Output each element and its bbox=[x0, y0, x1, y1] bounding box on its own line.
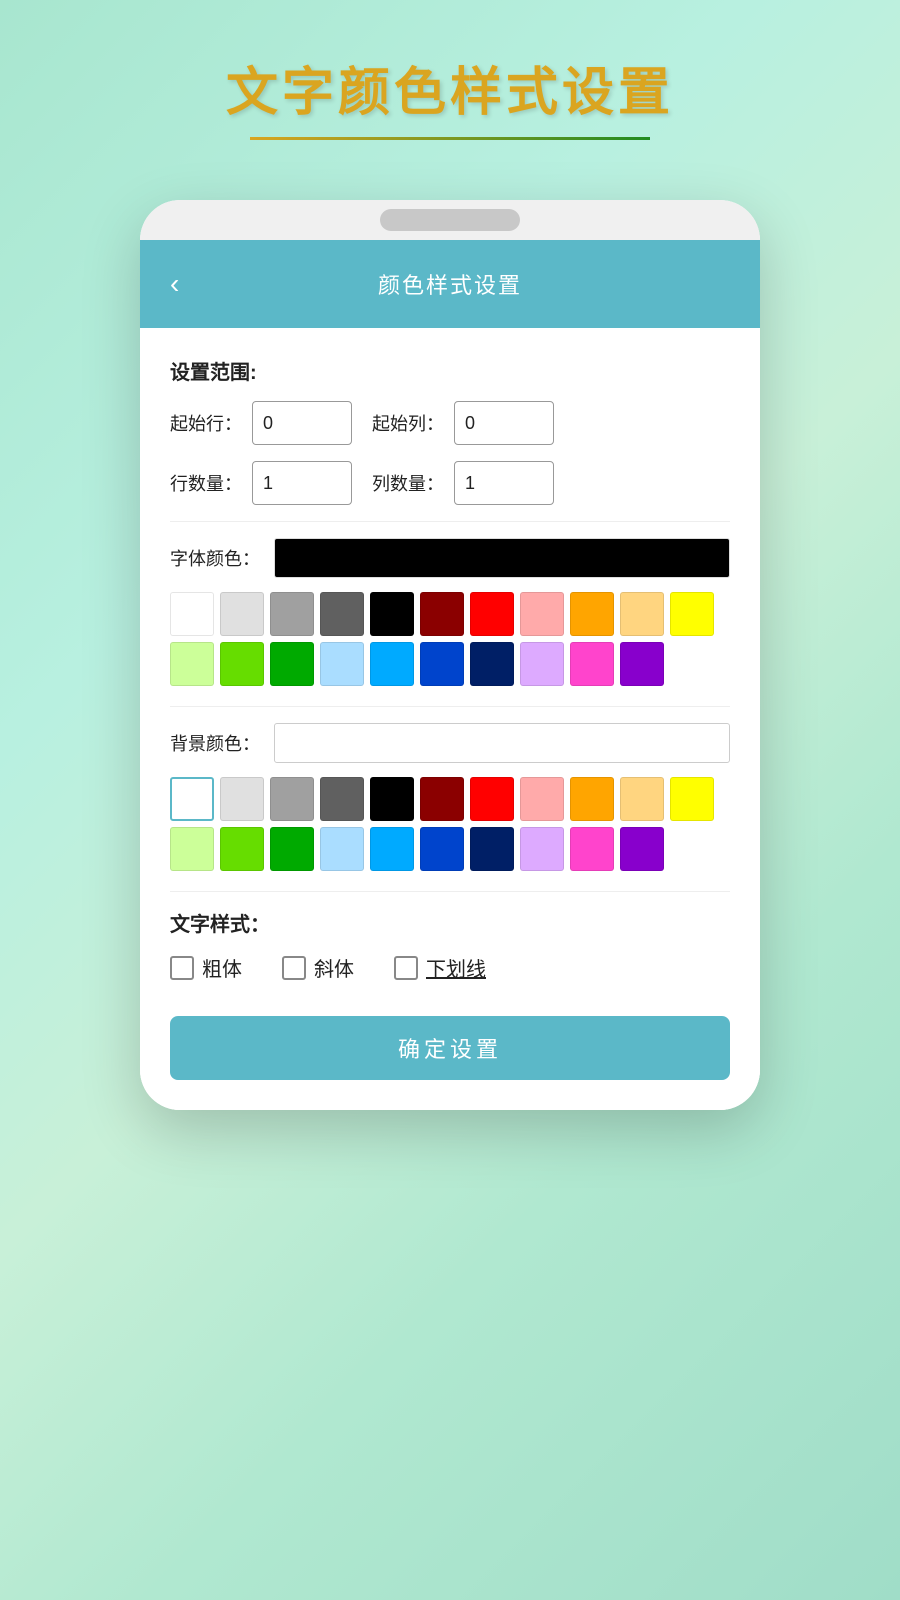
underline-checkbox[interactable] bbox=[394, 956, 418, 980]
font-color-swatch[interactable] bbox=[370, 642, 414, 686]
font-color-swatch[interactable] bbox=[320, 592, 364, 636]
app-header: ‹ 颜色样式设置 bbox=[140, 240, 760, 328]
bg-color-swatch[interactable] bbox=[470, 827, 514, 871]
bg-color-swatch[interactable] bbox=[320, 827, 364, 871]
bg-color-swatch[interactable] bbox=[220, 827, 264, 871]
bg-color-swatch[interactable] bbox=[670, 777, 714, 821]
font-color-swatch[interactable] bbox=[570, 642, 614, 686]
bg-color-swatch[interactable] bbox=[620, 777, 664, 821]
page-title-area: 文字颜色样式设置 bbox=[0, 0, 900, 160]
start-fields-row: 起始行： 起始列： bbox=[170, 401, 730, 445]
bold-label: 粗体 bbox=[202, 953, 242, 982]
font-color-swatch[interactable] bbox=[520, 592, 564, 636]
page-title: 文字颜色样式设置 bbox=[0, 50, 900, 125]
form-area: 设置范围: 起始行： 起始列： 行数量： 列数量： bbox=[140, 328, 760, 1110]
bg-color-grid bbox=[170, 777, 730, 871]
font-color-swatch[interactable] bbox=[220, 592, 264, 636]
phone-notch-area bbox=[140, 200, 760, 240]
bg-color-swatch[interactable] bbox=[520, 777, 564, 821]
style-checkboxes-row: 粗体 斜体 下划线 bbox=[170, 953, 730, 982]
font-color-label: 字体颜色： bbox=[170, 545, 260, 571]
app-content: ‹ 颜色样式设置 设置范围: 起始行： 起始列： 行数量： bbox=[140, 240, 760, 1110]
font-color-grid bbox=[170, 592, 730, 686]
font-color-swatch[interactable] bbox=[420, 592, 464, 636]
range-section-label: 设置范围: bbox=[170, 356, 730, 385]
bg-color-swatch[interactable] bbox=[620, 827, 664, 871]
start-col-label: 起始列： bbox=[372, 410, 444, 436]
header-title: 颜色样式设置 bbox=[378, 268, 522, 300]
divider-1 bbox=[170, 521, 730, 522]
font-color-swatch[interactable] bbox=[220, 642, 264, 686]
confirm-button[interactable]: 确定设置 bbox=[170, 1016, 730, 1080]
bg-color-swatch[interactable] bbox=[170, 827, 214, 871]
underline-checkbox-item[interactable]: 下划线 bbox=[394, 953, 486, 982]
row-count-label: 行数量： bbox=[170, 470, 242, 496]
font-color-swatch[interactable] bbox=[520, 642, 564, 686]
font-color-swatch[interactable] bbox=[270, 642, 314, 686]
bg-color-swatch[interactable] bbox=[420, 827, 464, 871]
phone-frame: ‹ 颜色样式设置 设置范围: 起始行： 起始列： 行数量： bbox=[140, 200, 760, 1110]
start-row-group: 起始行： bbox=[170, 401, 352, 445]
col-count-group: 列数量： bbox=[372, 461, 554, 505]
bold-checkbox-item[interactable]: 粗体 bbox=[170, 953, 242, 982]
font-color-swatch[interactable] bbox=[470, 642, 514, 686]
title-underline bbox=[250, 137, 650, 140]
italic-label: 斜体 bbox=[314, 953, 354, 982]
bg-color-swatch[interactable] bbox=[570, 827, 614, 871]
bg-color-swatch[interactable] bbox=[370, 777, 414, 821]
bg-color-swatch[interactable] bbox=[370, 827, 414, 871]
bg-color-swatch[interactable] bbox=[220, 777, 264, 821]
start-col-input[interactable] bbox=[454, 401, 554, 445]
back-button[interactable]: ‹ bbox=[160, 264, 189, 304]
bg-color-swatch[interactable] bbox=[170, 777, 214, 821]
bg-color-swatch[interactable] bbox=[520, 827, 564, 871]
font-color-swatch[interactable] bbox=[670, 592, 714, 636]
font-color-swatch[interactable] bbox=[570, 592, 614, 636]
bg-color-swatch[interactable] bbox=[570, 777, 614, 821]
col-count-input[interactable] bbox=[454, 461, 554, 505]
bg-color-swatch[interactable] bbox=[270, 777, 314, 821]
phone-notch bbox=[380, 209, 520, 231]
bg-color-preview[interactable] bbox=[274, 723, 730, 763]
row-count-group: 行数量： bbox=[170, 461, 352, 505]
font-color-swatch[interactable] bbox=[620, 642, 664, 686]
underline-label: 下划线 bbox=[426, 953, 486, 982]
count-fields-row: 行数量： 列数量： bbox=[170, 461, 730, 505]
bg-color-swatch[interactable] bbox=[470, 777, 514, 821]
start-row-label: 起始行： bbox=[170, 410, 242, 436]
bg-color-swatch[interactable] bbox=[320, 777, 364, 821]
font-color-swatch[interactable] bbox=[270, 592, 314, 636]
style-section-label: 文字样式： bbox=[170, 908, 730, 937]
bg-color-swatch[interactable] bbox=[270, 827, 314, 871]
bg-color-label: 背景颜色： bbox=[170, 730, 260, 756]
font-color-preview[interactable] bbox=[274, 538, 730, 578]
bold-checkbox[interactable] bbox=[170, 956, 194, 980]
font-color-preview-row: 字体颜色： bbox=[170, 538, 730, 578]
bg-color-preview-row: 背景颜色： bbox=[170, 723, 730, 763]
font-color-swatch[interactable] bbox=[470, 592, 514, 636]
divider-2 bbox=[170, 706, 730, 707]
start-col-group: 起始列： bbox=[372, 401, 554, 445]
start-row-input[interactable] bbox=[252, 401, 352, 445]
font-color-swatch[interactable] bbox=[420, 642, 464, 686]
divider-3 bbox=[170, 891, 730, 892]
bg-color-swatch[interactable] bbox=[420, 777, 464, 821]
font-color-swatch[interactable] bbox=[170, 592, 214, 636]
italic-checkbox-item[interactable]: 斜体 bbox=[282, 953, 354, 982]
col-count-label: 列数量： bbox=[372, 470, 444, 496]
row-count-input[interactable] bbox=[252, 461, 352, 505]
font-color-swatch[interactable] bbox=[620, 592, 664, 636]
font-color-swatch[interactable] bbox=[170, 642, 214, 686]
font-color-swatch[interactable] bbox=[370, 592, 414, 636]
italic-checkbox[interactable] bbox=[282, 956, 306, 980]
font-color-swatch[interactable] bbox=[320, 642, 364, 686]
